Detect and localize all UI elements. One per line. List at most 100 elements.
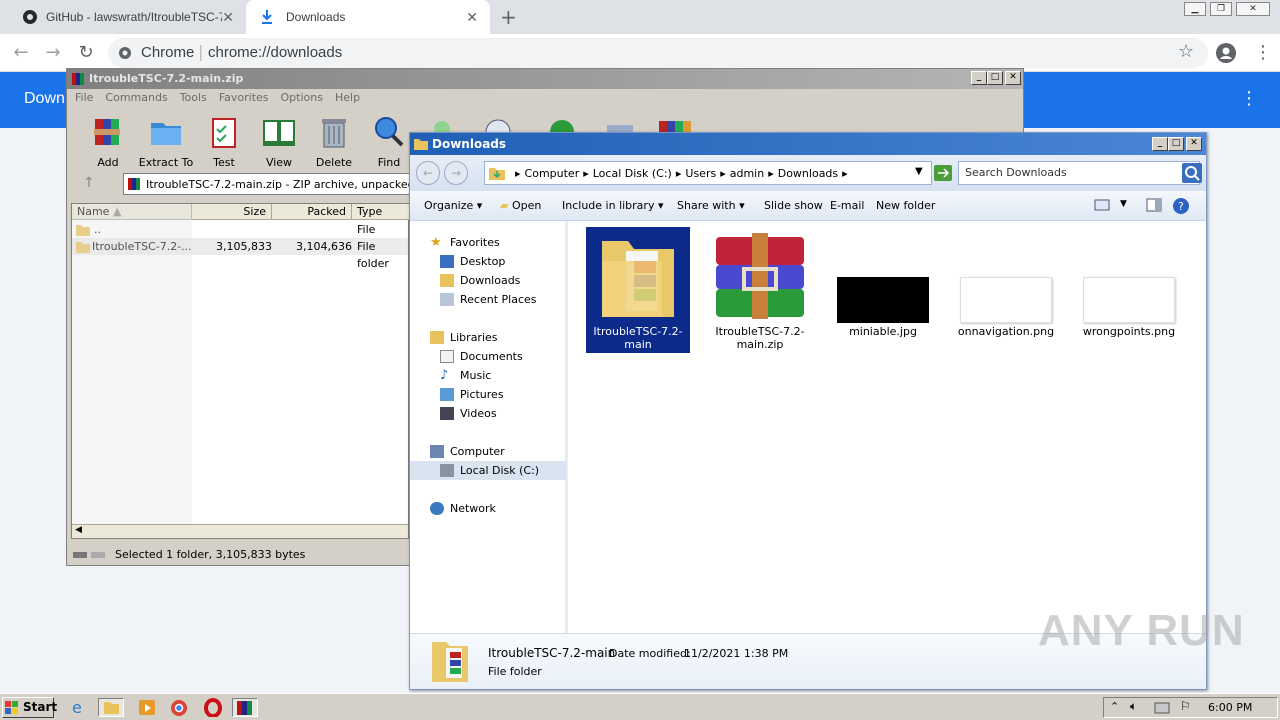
nav-pictures[interactable]: Pictures <box>410 385 566 404</box>
view-dropdown-icon[interactable]: ▼ <box>1120 199 1127 209</box>
column-packed[interactable]: Packed <box>272 204 352 220</box>
close-button[interactable]: ✕ <box>1186 137 1202 151</box>
nav-local-disk[interactable]: Local Disk (C:) <box>410 461 566 480</box>
file-item-jpg[interactable]: miniable.jpg <box>831 227 935 353</box>
search-icon[interactable] <box>1182 163 1202 183</box>
view-button[interactable]: View <box>250 115 308 169</box>
winrar-path-field[interactable]: ItroubleTSC-7.2-main.zip - ZIP archive, … <box>123 173 439 195</box>
volume-icon[interactable]: 🔈︎ <box>1130 699 1137 714</box>
forward-button[interactable]: → <box>42 42 64 64</box>
breadcrumb-sep[interactable]: ▸ <box>583 167 589 180</box>
history-dropdown-icon[interactable]: ▼ <box>915 166 923 177</box>
close-tab-icon[interactable]: ✕ <box>466 9 478 26</box>
address-bar[interactable]: Chrome | chrome://downloads ☆ <box>108 38 1208 68</box>
tab-github[interactable]: GitHub - lawswrath/ItroubleTSC-7.2 ✕ <box>8 0 246 34</box>
nav-videos[interactable]: Videos <box>410 404 566 423</box>
forward-button[interactable]: → <box>444 161 468 185</box>
menu-file[interactable]: File <box>75 91 93 104</box>
nav-recent-places[interactable]: Recent Places <box>410 290 566 309</box>
nav-music[interactable]: ♪ Music <box>410 366 566 385</box>
back-button[interactable]: ← <box>416 161 440 185</box>
chrome-menu-icon[interactable]: ⋮ <box>1254 42 1272 63</box>
nav-documents[interactable]: Documents <box>410 347 566 366</box>
maximize-button[interactable]: □ <box>987 71 1003 85</box>
menu-commands[interactable]: Commands <box>105 91 167 104</box>
show-hidden-icons[interactable]: ⌃ <box>1110 700 1119 713</box>
menu-favorites[interactable]: Favorites <box>219 91 269 104</box>
email-button[interactable]: E-mail <box>830 199 865 212</box>
table-row[interactable]: .. File folder <box>72 221 408 253</box>
delete-button[interactable]: Delete <box>305 115 363 169</box>
column-size[interactable]: Size <box>192 204 272 220</box>
breadcrumb-local-disk[interactable]: Local Disk (C:) <box>593 167 672 180</box>
new-tab-button[interactable]: + <box>500 5 517 29</box>
add-button[interactable]: Add <box>79 115 137 169</box>
flag-icon[interactable]: ⚐ <box>1180 699 1191 713</box>
chrome-taskbar-icon[interactable] <box>166 698 192 717</box>
breadcrumb-sep[interactable]: ▸ <box>768 167 774 180</box>
table-row[interactable]: ItroubleTSC-7.2-... 3,105,833 3,104,636 … <box>72 238 408 270</box>
scroll-left-icon[interactable]: ◀ <box>75 525 82 535</box>
breadcrumb-sep[interactable]: ▸ <box>676 167 682 180</box>
nav-desktop[interactable]: Desktop <box>410 252 566 271</box>
profile-icon[interactable] <box>1216 43 1236 63</box>
restore-button[interactable]: ❐ <box>1210 2 1232 16</box>
reload-button[interactable]: ↻ <box>75 42 97 64</box>
breadcrumb-sep[interactable]: ▸ <box>842 167 848 180</box>
clock[interactable]: 6:00 PM <box>1208 701 1252 714</box>
preview-pane-icon[interactable] <box>1146 198 1162 212</box>
nav-downloads[interactable]: Downloads <box>410 271 566 290</box>
breadcrumb-computer[interactable]: Computer <box>525 167 580 180</box>
organize-button[interactable]: Organize ▾ <box>424 199 482 212</box>
file-item-png[interactable]: onnavigation.png <box>954 227 1058 353</box>
test-button[interactable]: Test <box>195 115 253 169</box>
nav-favorites[interactable]: ★ Favorites <box>410 233 566 252</box>
column-type[interactable]: Type <box>352 204 410 220</box>
nav-libraries[interactable]: Libraries <box>410 328 566 347</box>
nav-network[interactable]: Network <box>410 499 566 518</box>
open-button[interactable]: ▰ Open <box>500 199 541 212</box>
winrar-taskbar-icon[interactable] <box>232 698 258 717</box>
opera-icon[interactable] <box>200 698 226 718</box>
tab-downloads[interactable]: Downloads ✕ <box>246 0 490 34</box>
ie-icon[interactable]: e <box>66 698 92 717</box>
breadcrumb-downloads[interactable]: Downloads <box>778 167 838 180</box>
nav-computer[interactable]: Computer <box>410 442 566 461</box>
breadcrumb-sep[interactable]: ▸ <box>515 167 521 180</box>
file-item-zip[interactable]: ItroubleTSC-7.2-main.zip <box>708 227 812 353</box>
close-window-button[interactable]: ✕ <box>1236 2 1270 16</box>
view-options-icon[interactable] <box>1094 199 1110 211</box>
close-tab-icon[interactable]: ✕ <box>222 9 234 26</box>
extract-to-button[interactable]: Extract To <box>137 115 195 169</box>
breadcrumb-users[interactable]: Users <box>685 167 716 180</box>
share-with-button[interactable]: Share with ▾ <box>677 199 745 212</box>
explorer-taskbar-icon[interactable] <box>98 698 124 717</box>
minimize-button[interactable]: _ <box>1152 137 1168 151</box>
menu-tools[interactable]: Tools <box>180 91 207 104</box>
breadcrumb-admin[interactable]: admin <box>730 167 764 180</box>
include-in-library-button[interactable]: Include in library ▾ <box>562 199 663 212</box>
refresh-icon[interactable] <box>934 165 952 181</box>
up-arrow-icon[interactable]: ↑ <box>83 175 95 191</box>
column-name[interactable]: Name ▲ <box>72 204 192 220</box>
new-folder-button[interactable]: New folder <box>876 199 935 212</box>
horizontal-scrollbar[interactable]: ◀ <box>72 524 408 538</box>
maximize-button[interactable]: □ <box>1168 137 1184 151</box>
network-tray-icon[interactable] <box>1154 701 1170 715</box>
star-icon[interactable]: ☆ <box>1178 41 1194 62</box>
media-player-icon[interactable] <box>134 698 160 717</box>
back-button[interactable]: ← <box>10 42 32 64</box>
file-item-folder[interactable]: ItroubleTSC-7.2-main <box>586 227 690 353</box>
downloads-menu-icon[interactable]: ⋮ <box>1240 88 1258 109</box>
help-icon[interactable]: ? <box>1172 197 1190 215</box>
breadcrumb[interactable]: ▸ Computer ▸ Local Disk (C:) ▸ Users ▸ admi… <box>484 161 932 185</box>
close-button[interactable]: ✕ <box>1005 71 1021 85</box>
start-button[interactable]: Start <box>2 697 57 718</box>
search-input[interactable]: Search Downloads <box>958 161 1200 185</box>
breadcrumb-sep[interactable]: ▸ <box>720 167 726 180</box>
minimize-button[interactable]: _ <box>971 71 987 85</box>
minimize-button[interactable]: ▁ <box>1184 2 1206 16</box>
slide-show-button[interactable]: Slide show <box>764 199 823 212</box>
menu-help[interactable]: Help <box>335 91 360 104</box>
file-item-png[interactable]: wrongpoints.png <box>1077 227 1181 353</box>
